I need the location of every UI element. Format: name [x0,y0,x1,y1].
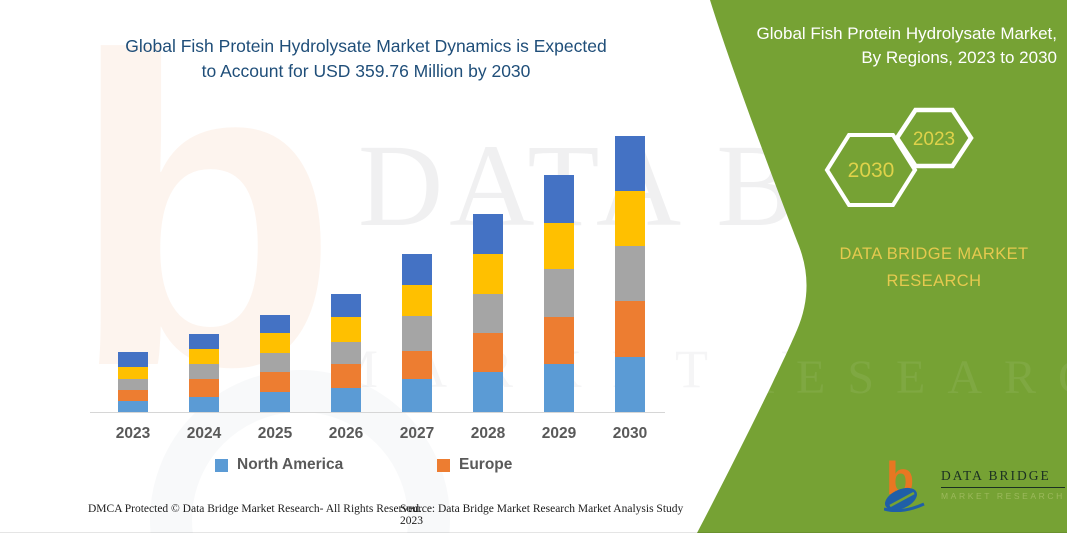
bar-2025-segment-4 [260,333,290,353]
x-label-2023: 2023 [103,425,163,443]
hexagon-graphic: 2030 2023 [818,100,988,215]
chart-plot-area [90,120,665,413]
bar-2030-segment-3 [615,246,645,301]
company-logo-icon: b [884,456,932,512]
bar-2030-segment-4 [615,191,645,246]
company-logo-subname: MARKET RESEARCH [941,491,1065,501]
bar-2028 [473,214,503,412]
footer-source-text: Source: Data Bridge Market Research Mark… [400,503,700,527]
bar-2027 [402,254,432,412]
chart-legend: North America Europe [0,456,700,478]
bar-2028-segment-3 [473,294,503,333]
bar-2023-segment-3 [118,379,148,390]
x-label-2028: 2028 [458,425,518,443]
bar-2026-segment-4 [331,317,361,342]
bar-2029-segment-5 [544,175,574,223]
bar-2024 [189,334,219,412]
bar-2026-segment-5 [331,294,361,317]
legend-item-europe: Europe [437,456,512,474]
company-logo-name: DATA BRIDGE [941,468,1065,488]
brand-text-line1: DATA BRIDGE MARKET [806,241,1062,268]
bar-2027-segment-4 [402,285,432,316]
bar-2025-segment-1 [260,392,290,412]
side-panel-title: Global Fish Protein Hydrolysate Market, … [705,22,1057,70]
bar-2023 [118,352,148,412]
legend-label: Europe [459,456,512,474]
x-label-2024: 2024 [174,425,234,443]
bar-2026-segment-1 [331,388,361,412]
bar-2028-segment-4 [473,254,503,294]
bar-2026-segment-2 [331,364,361,388]
bar-2029-segment-3 [544,269,574,317]
hexagon-year-small: 2023 [913,129,955,150]
company-logo: b DATA BRIDGE MARKET RESEARCH [884,456,1065,512]
bar-2027-segment-3 [402,316,432,351]
side-panel-title-line2: By Regions, 2023 to 2030 [705,46,1057,70]
hexagon-year-large: 2030 [848,159,895,182]
bar-2024-segment-1 [189,397,219,412]
brand-text: DATA BRIDGE MARKET RESEARCH [806,241,1062,295]
bar-2025-segment-3 [260,353,290,372]
bar-2025-segment-2 [260,372,290,392]
bar-2026 [331,294,361,412]
bar-2023-segment-1 [118,401,148,412]
x-label-2030: 2030 [600,425,660,443]
bar-2030-segment-5 [615,136,645,191]
bar-2028-segment-5 [473,214,503,254]
bar-2024-segment-5 [189,334,219,349]
bar-2029-segment-4 [544,223,574,269]
bar-2025 [260,315,290,412]
x-label-2026: 2026 [316,425,376,443]
bar-2026-segment-3 [331,342,361,364]
chart-title-line2: to Account for USD 359.76 Million by 203… [88,59,644,84]
side-panel-title-line1: Global Fish Protein Hydrolysate Market, [705,22,1057,46]
bar-2023-segment-5 [118,352,148,367]
bar-2027-segment-1 [402,379,432,412]
bar-2028-segment-1 [473,372,503,412]
bar-2025-segment-5 [260,315,290,333]
bar-2024-segment-2 [189,379,219,397]
bar-2030-segment-1 [615,357,645,412]
chart-title: Global Fish Protein Hydrolysate Market D… [88,34,644,85]
bar-2027-segment-5 [402,254,432,285]
bar-2030-segment-2 [615,301,645,357]
bar-2029-segment-1 [544,364,574,412]
bar-2024-segment-3 [189,364,219,379]
legend-swatch-icon [437,459,450,472]
bar-2029-segment-2 [544,317,574,364]
x-label-2029: 2029 [529,425,589,443]
x-axis-line [90,412,665,413]
bar-2023-segment-2 [118,390,148,401]
company-logo-text: DATA BRIDGE MARKET RESEARCH [941,468,1065,501]
brand-text-line2: RESEARCH [806,268,1062,295]
chart-title-line1: Global Fish Protein Hydrolysate Market D… [88,34,644,59]
legend-label: North America [237,456,343,474]
bar-2030 [615,136,645,412]
bar-2029 [544,175,574,412]
bar-2027-segment-2 [402,351,432,379]
infographic-canvas: b DATA BRIDGE MARKET RESEARCH RESEARCH G… [0,0,1067,533]
x-axis-labels: 2023 2024 2025 2026 2027 2028 2029 2030 [90,425,665,447]
legend-swatch-icon [215,459,228,472]
x-label-2025: 2025 [245,425,305,443]
legend-item-north-america: North America [215,456,343,474]
x-label-2027: 2027 [387,425,447,443]
bar-2028-segment-2 [473,333,503,372]
bar-2023-segment-4 [118,367,148,379]
footer-dmca-text: DMCA Protected © Data Bridge Market Rese… [88,503,422,515]
bar-2024-segment-4 [189,349,219,364]
